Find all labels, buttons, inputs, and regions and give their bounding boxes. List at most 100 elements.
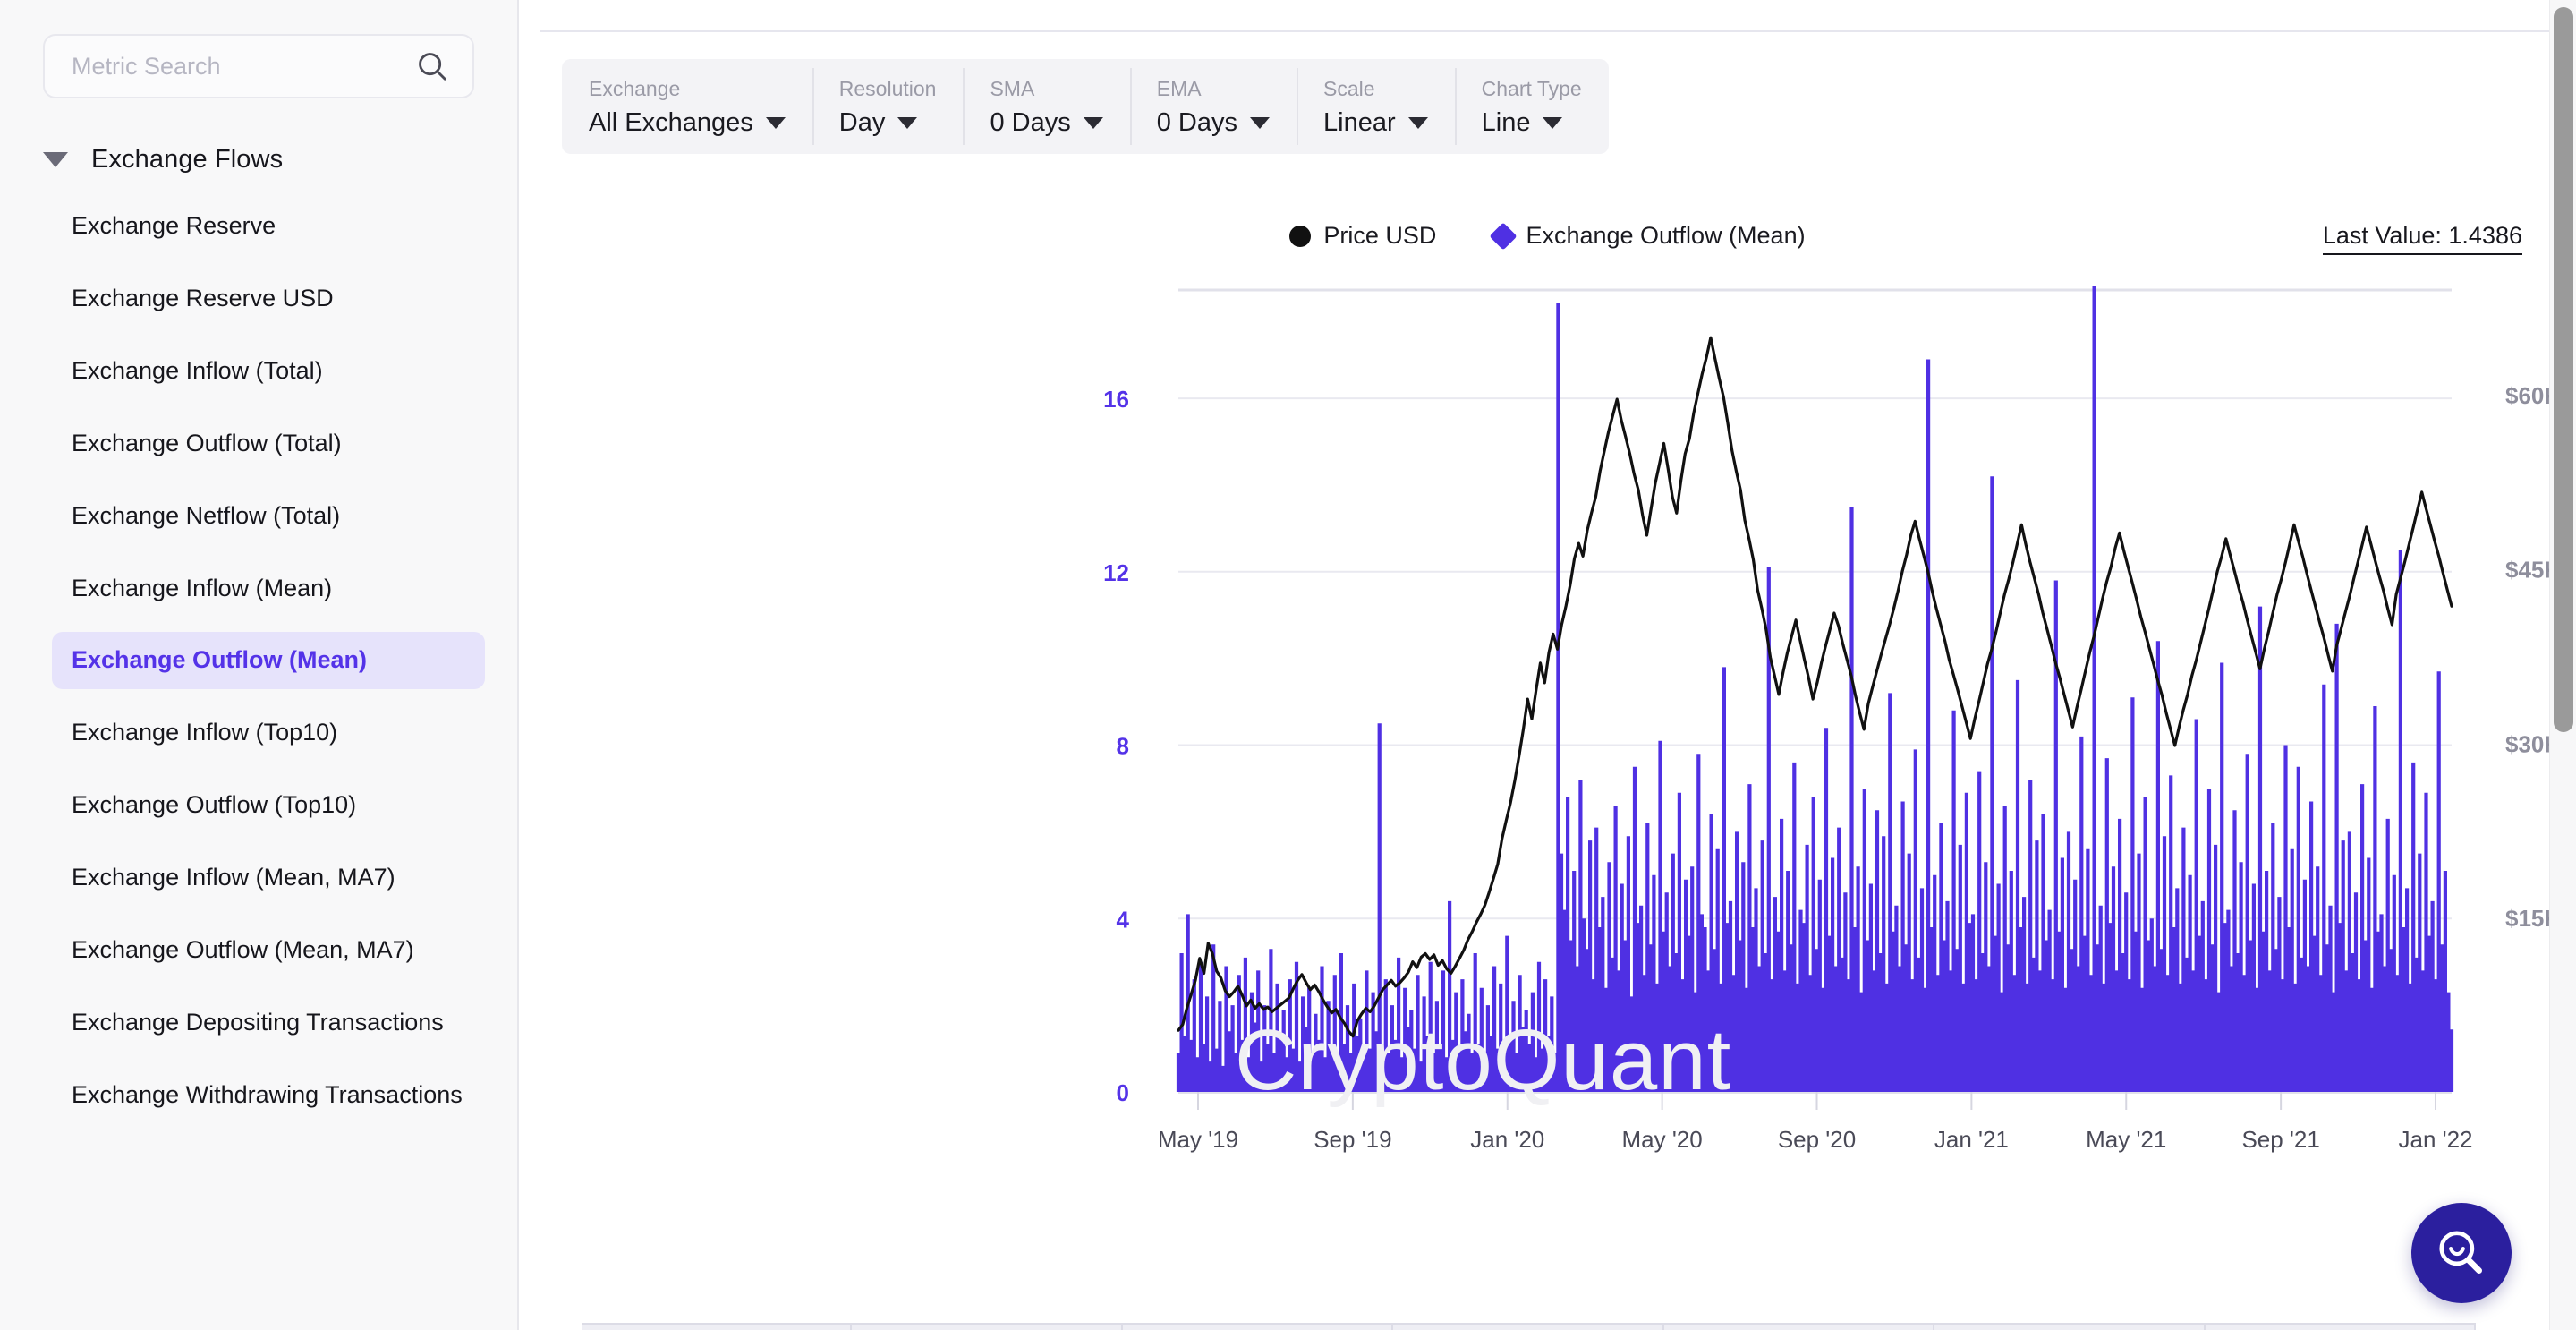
metric-list: Exchange Reserve Exchange Reserve USD Exch… bbox=[0, 198, 517, 1124]
toolbar-control-scale[interactable]: Scale Linear bbox=[1297, 59, 1455, 154]
metric-sidebar: Exchange Flows Exchange ReserveExchange … bbox=[0, 0, 519, 1330]
bottom-card-cell bbox=[2206, 1325, 2476, 1330]
sidebar-item-label: Exchange Reserve USD bbox=[72, 284, 334, 311]
sidebar-item-exchange-outflow-mean-ma7[interactable]: Exchange Outflow (Mean, MA7) bbox=[52, 922, 485, 979]
sidebar-item-exchange-inflow-mean[interactable]: Exchange Inflow (Mean) bbox=[52, 560, 485, 618]
top-strip-ticks bbox=[540, 0, 2576, 2]
sidebar-item-exchange-inflow-mean-ma7[interactable]: Exchange Inflow (Mean, MA7) bbox=[52, 849, 485, 907]
sidebar-item-exchange-outflow-top10[interactable]: Exchange Outflow (Top10) bbox=[52, 777, 485, 834]
bottom-card-cell bbox=[582, 1325, 853, 1330]
y-axis-left-tick: 16 bbox=[1103, 386, 1129, 413]
legend-label-exchange-outflow-mean: Exchange Outflow (Mean) bbox=[1526, 222, 1806, 249]
toolbar-dropdown-sma[interactable]: 0 Days bbox=[990, 108, 1103, 138]
sidebar-item-label: Exchange Inflow (Top10) bbox=[72, 719, 338, 746]
chevron-down-icon[interactable] bbox=[1250, 117, 1270, 129]
legend-item-price-usd[interactable]: Price USD bbox=[1289, 222, 1436, 250]
sidebar-item-exchange-outflow-total[interactable]: Exchange Outflow (Total) bbox=[52, 415, 485, 473]
sidebar-item-exchange-reserve[interactable]: Exchange Reserve bbox=[52, 198, 485, 255]
legend-label-price-usd: Price USD bbox=[1323, 222, 1437, 249]
sidebar-item-exchange-depositing-transactions[interactable]: Exchange Depositing Transactions bbox=[52, 994, 485, 1052]
legend-item-exchange-outflow-mean[interactable]: Exchange Outflow (Mean) bbox=[1489, 221, 1806, 251]
toolbar-value-scale: Linear bbox=[1323, 108, 1396, 137]
sidebar-item-label: Exchange Netflow (Total) bbox=[72, 501, 341, 529]
x-axis-tick: May '21 bbox=[2086, 1126, 2166, 1153]
toolbar-dropdown-resolution[interactable]: Day bbox=[839, 108, 937, 138]
sidebar-item-label: Exchange Outflow (Total) bbox=[72, 429, 342, 456]
chart-canvas[interactable]: CryptoQuant 0 4 8 12 16 $15K $30K $45K $60K May '… bbox=[519, 269, 2576, 1262]
sidebar-item-label: Exchange Withdrawing Transactions bbox=[72, 1080, 463, 1108]
chevron-down-icon[interactable] bbox=[897, 117, 918, 129]
y-axis-left-tick: 12 bbox=[1103, 559, 1129, 586]
sidebar-item-label: Exchange Reserve bbox=[72, 212, 276, 239]
sidebar-item-label: Exchange Inflow (Total) bbox=[72, 356, 323, 384]
x-axis-tick: Jan '20 bbox=[1470, 1126, 1544, 1153]
x-axis-tick: Sep '21 bbox=[2241, 1126, 2319, 1153]
chart-plot[interactable]: 0481216$15K$30K$45K$60KMay '19 Sep '19 Jan… bbox=[519, 269, 2576, 1262]
tree-group-exchange-flows[interactable]: Exchange Flows bbox=[0, 131, 517, 189]
toolbar-value-chart-type: Line bbox=[1481, 108, 1531, 137]
metric-search-field[interactable] bbox=[43, 34, 474, 98]
metric-tree: Exchange Flows Exchange Reserve Exchange … bbox=[0, 131, 517, 1124]
toolbar-value-sma: 0 Days bbox=[990, 108, 1071, 137]
x-axis-tick: Jan '22 bbox=[2398, 1126, 2472, 1153]
sidebar-item-exchange-withdrawing-transactions[interactable]: Exchange Withdrawing Transactions bbox=[52, 1067, 485, 1124]
y-axis-left-tick: 4 bbox=[1117, 906, 1130, 933]
sidebar-item-exchange-netflow-total[interactable]: Exchange Netflow (Total) bbox=[52, 488, 485, 545]
sidebar-item-exchange-reserve-usd[interactable]: Exchange Reserve USD bbox=[52, 270, 485, 328]
chart-panel: Exchange All Exchanges Resolution Day SMA 0 D… bbox=[519, 0, 2576, 1330]
tree-group-label: Exchange Flows bbox=[91, 145, 284, 174]
x-axis-tick: May '20 bbox=[1622, 1126, 1703, 1153]
legend-circle-marker-icon bbox=[1289, 225, 1312, 247]
sidebar-item-label: Exchange Depositing Transactions bbox=[72, 1008, 444, 1036]
sidebar-item-label: Exchange Inflow (Mean, MA7) bbox=[72, 864, 395, 891]
sidebar-item-exchange-inflow-total[interactable]: Exchange Inflow (Total) bbox=[52, 343, 485, 400]
bottom-card-cell bbox=[852, 1325, 1123, 1330]
toolbar-control-sma[interactable]: SMA 0 Days bbox=[963, 59, 1129, 154]
toolbar-value-ema: 0 Days bbox=[1156, 108, 1237, 137]
page-scrollbar-track[interactable] bbox=[2549, 0, 2576, 1330]
help-search-fab-button[interactable] bbox=[2411, 1203, 2512, 1303]
toolbar-dropdown-chart-type[interactable]: Line bbox=[1482, 108, 1582, 138]
toolbar-control-ema[interactable]: EMA 0 Days bbox=[1129, 59, 1297, 154]
toolbar-label-resolution: Resolution bbox=[838, 77, 937, 100]
search-icon[interactable] bbox=[415, 49, 449, 83]
x-axis-tick: May '19 bbox=[1158, 1126, 1238, 1153]
sidebar-item-exchange-inflow-top10[interactable]: Exchange Inflow (Top10) bbox=[52, 704, 485, 762]
sidebar-item-exchange-outflow-mean[interactable]: Exchange Outflow (Mean) bbox=[52, 632, 485, 690]
x-axis-tick: Sep '19 bbox=[1314, 1126, 1391, 1153]
app-root: Exchange Flows Exchange ReserveExchange … bbox=[0, 0, 2576, 1330]
chevron-down-icon[interactable] bbox=[765, 117, 786, 129]
toolbar-dropdown-ema[interactable]: 0 Days bbox=[1157, 108, 1270, 138]
y-axis-left-tick: 0 bbox=[1117, 1079, 1129, 1106]
toolbar-label-sma: SMA bbox=[990, 77, 1035, 100]
search-smile-icon bbox=[2439, 1231, 2482, 1274]
page-scrollbar-thumb[interactable] bbox=[2554, 7, 2573, 732]
toolbar-value-exchange: All Exchanges bbox=[589, 108, 753, 137]
legend-diamond-marker-icon bbox=[1489, 221, 1518, 251]
toolbar-dropdown-exchange[interactable]: All Exchanges bbox=[589, 108, 786, 138]
chevron-down-icon[interactable] bbox=[1407, 117, 1428, 129]
toolbar-label-chart-type: Chart Type bbox=[1481, 77, 1582, 100]
chart-toolbar: Exchange All Exchanges Resolution Day SMA 0 D… bbox=[562, 59, 1609, 154]
x-axis-tick: Jan '21 bbox=[1934, 1126, 2009, 1153]
search-input[interactable] bbox=[72, 52, 415, 81]
toolbar-control-chart-type[interactable]: Chart Type Line bbox=[1454, 59, 1609, 154]
bottom-card-cell bbox=[1123, 1325, 1394, 1330]
toolbar-label-scale: Scale bbox=[1323, 77, 1375, 100]
bottom-card-cell bbox=[1393, 1325, 1664, 1330]
sidebar-item-label: Exchange Outflow (Mean, MA7) bbox=[72, 936, 414, 964]
caret-down-icon[interactable] bbox=[43, 152, 68, 167]
bottom-card-cell bbox=[1934, 1325, 2206, 1330]
toolbar-label-ema: EMA bbox=[1156, 77, 1202, 100]
last-value-label[interactable]: Last Value: 1.4386 bbox=[2322, 222, 2522, 255]
chevron-down-icon[interactable] bbox=[1543, 117, 1563, 129]
sidebar-item-label: Exchange Outflow (Mean) bbox=[72, 646, 368, 674]
toolbar-control-resolution[interactable]: Resolution Day bbox=[812, 59, 964, 154]
y-axis-left-tick: 8 bbox=[1117, 733, 1129, 760]
toolbar-value-resolution: Day bbox=[838, 108, 886, 137]
chevron-down-icon[interactable] bbox=[1083, 117, 1103, 129]
toolbar-dropdown-scale[interactable]: Linear bbox=[1323, 108, 1428, 138]
panel-top-divider bbox=[540, 0, 2555, 32]
toolbar-control-exchange[interactable]: Exchange All Exchanges bbox=[562, 59, 812, 154]
chart-legend: Price USD Exchange Outflow (Mean) bbox=[519, 221, 2576, 251]
